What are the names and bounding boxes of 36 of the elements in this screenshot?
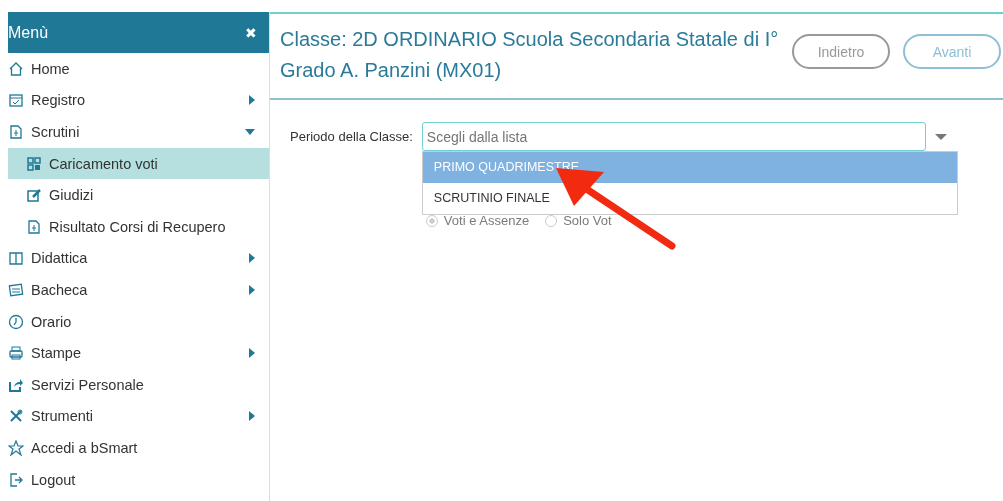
- menu-item[interactable]: Orario: [8, 305, 269, 338]
- menu-item[interactable]: Giudizi: [8, 179, 269, 211]
- menu-item[interactable]: Scrutini: [8, 116, 269, 148]
- radio-button[interactable]: [425, 215, 438, 227]
- radio-label: Voti e Assenze: [443, 214, 530, 228]
- menu-item[interactable]: Home: [8, 53, 269, 85]
- menu-item[interactable]: Logout: [8, 463, 269, 496]
- menu-item[interactable]: Risultato Corsi di Recupero: [8, 210, 269, 243]
- menu-title: Menù: [8, 23, 49, 42]
- menu-item[interactable]: Stampe: [8, 337, 269, 369]
- menu-item[interactable]: Registro: [8, 84, 269, 117]
- star-icon: [8, 439, 24, 456]
- menu-item[interactable]: Servizi Personale: [8, 368, 269, 401]
- clock-icon: [8, 313, 24, 330]
- grid-icon: [26, 155, 42, 172]
- caret-icon[interactable]: [934, 134, 947, 140]
- home-icon: [8, 60, 24, 77]
- book-icon: [8, 250, 24, 267]
- printer-icon: [8, 345, 24, 362]
- document-icon: [26, 218, 42, 235]
- dropdown-option[interactable]: SCRUTINIO FINALE: [422, 183, 957, 214]
- select-field[interactable]: Scegli dalla lista: [421, 122, 926, 151]
- menu-item[interactable]: Caricamento voti: [8, 147, 269, 180]
- logout-icon: [8, 471, 24, 488]
- field-label: Periodo della Classe:: [290, 129, 413, 144]
- edit-icon: [26, 187, 42, 204]
- menu-item[interactable]: Didattica: [8, 242, 269, 275]
- calendar-icon: [8, 92, 24, 109]
- document-icon: [8, 124, 24, 140]
- menu-item[interactable]: Accedi a bSmart: [8, 432, 269, 464]
- menu-item[interactable]: Bacheca: [8, 274, 269, 306]
- radio-label: Solo Vot: [563, 214, 612, 228]
- board-icon: [8, 281, 24, 298]
- menu-item[interactable]: Strumenti: [8, 400, 269, 433]
- close-icon[interactable]: ✖: [245, 24, 257, 41]
- page-title: Classe: 2D ORDINARIO Scuola Secondaria Statale di I° Grado A. Panzini (MX01): [280, 27, 780, 83]
